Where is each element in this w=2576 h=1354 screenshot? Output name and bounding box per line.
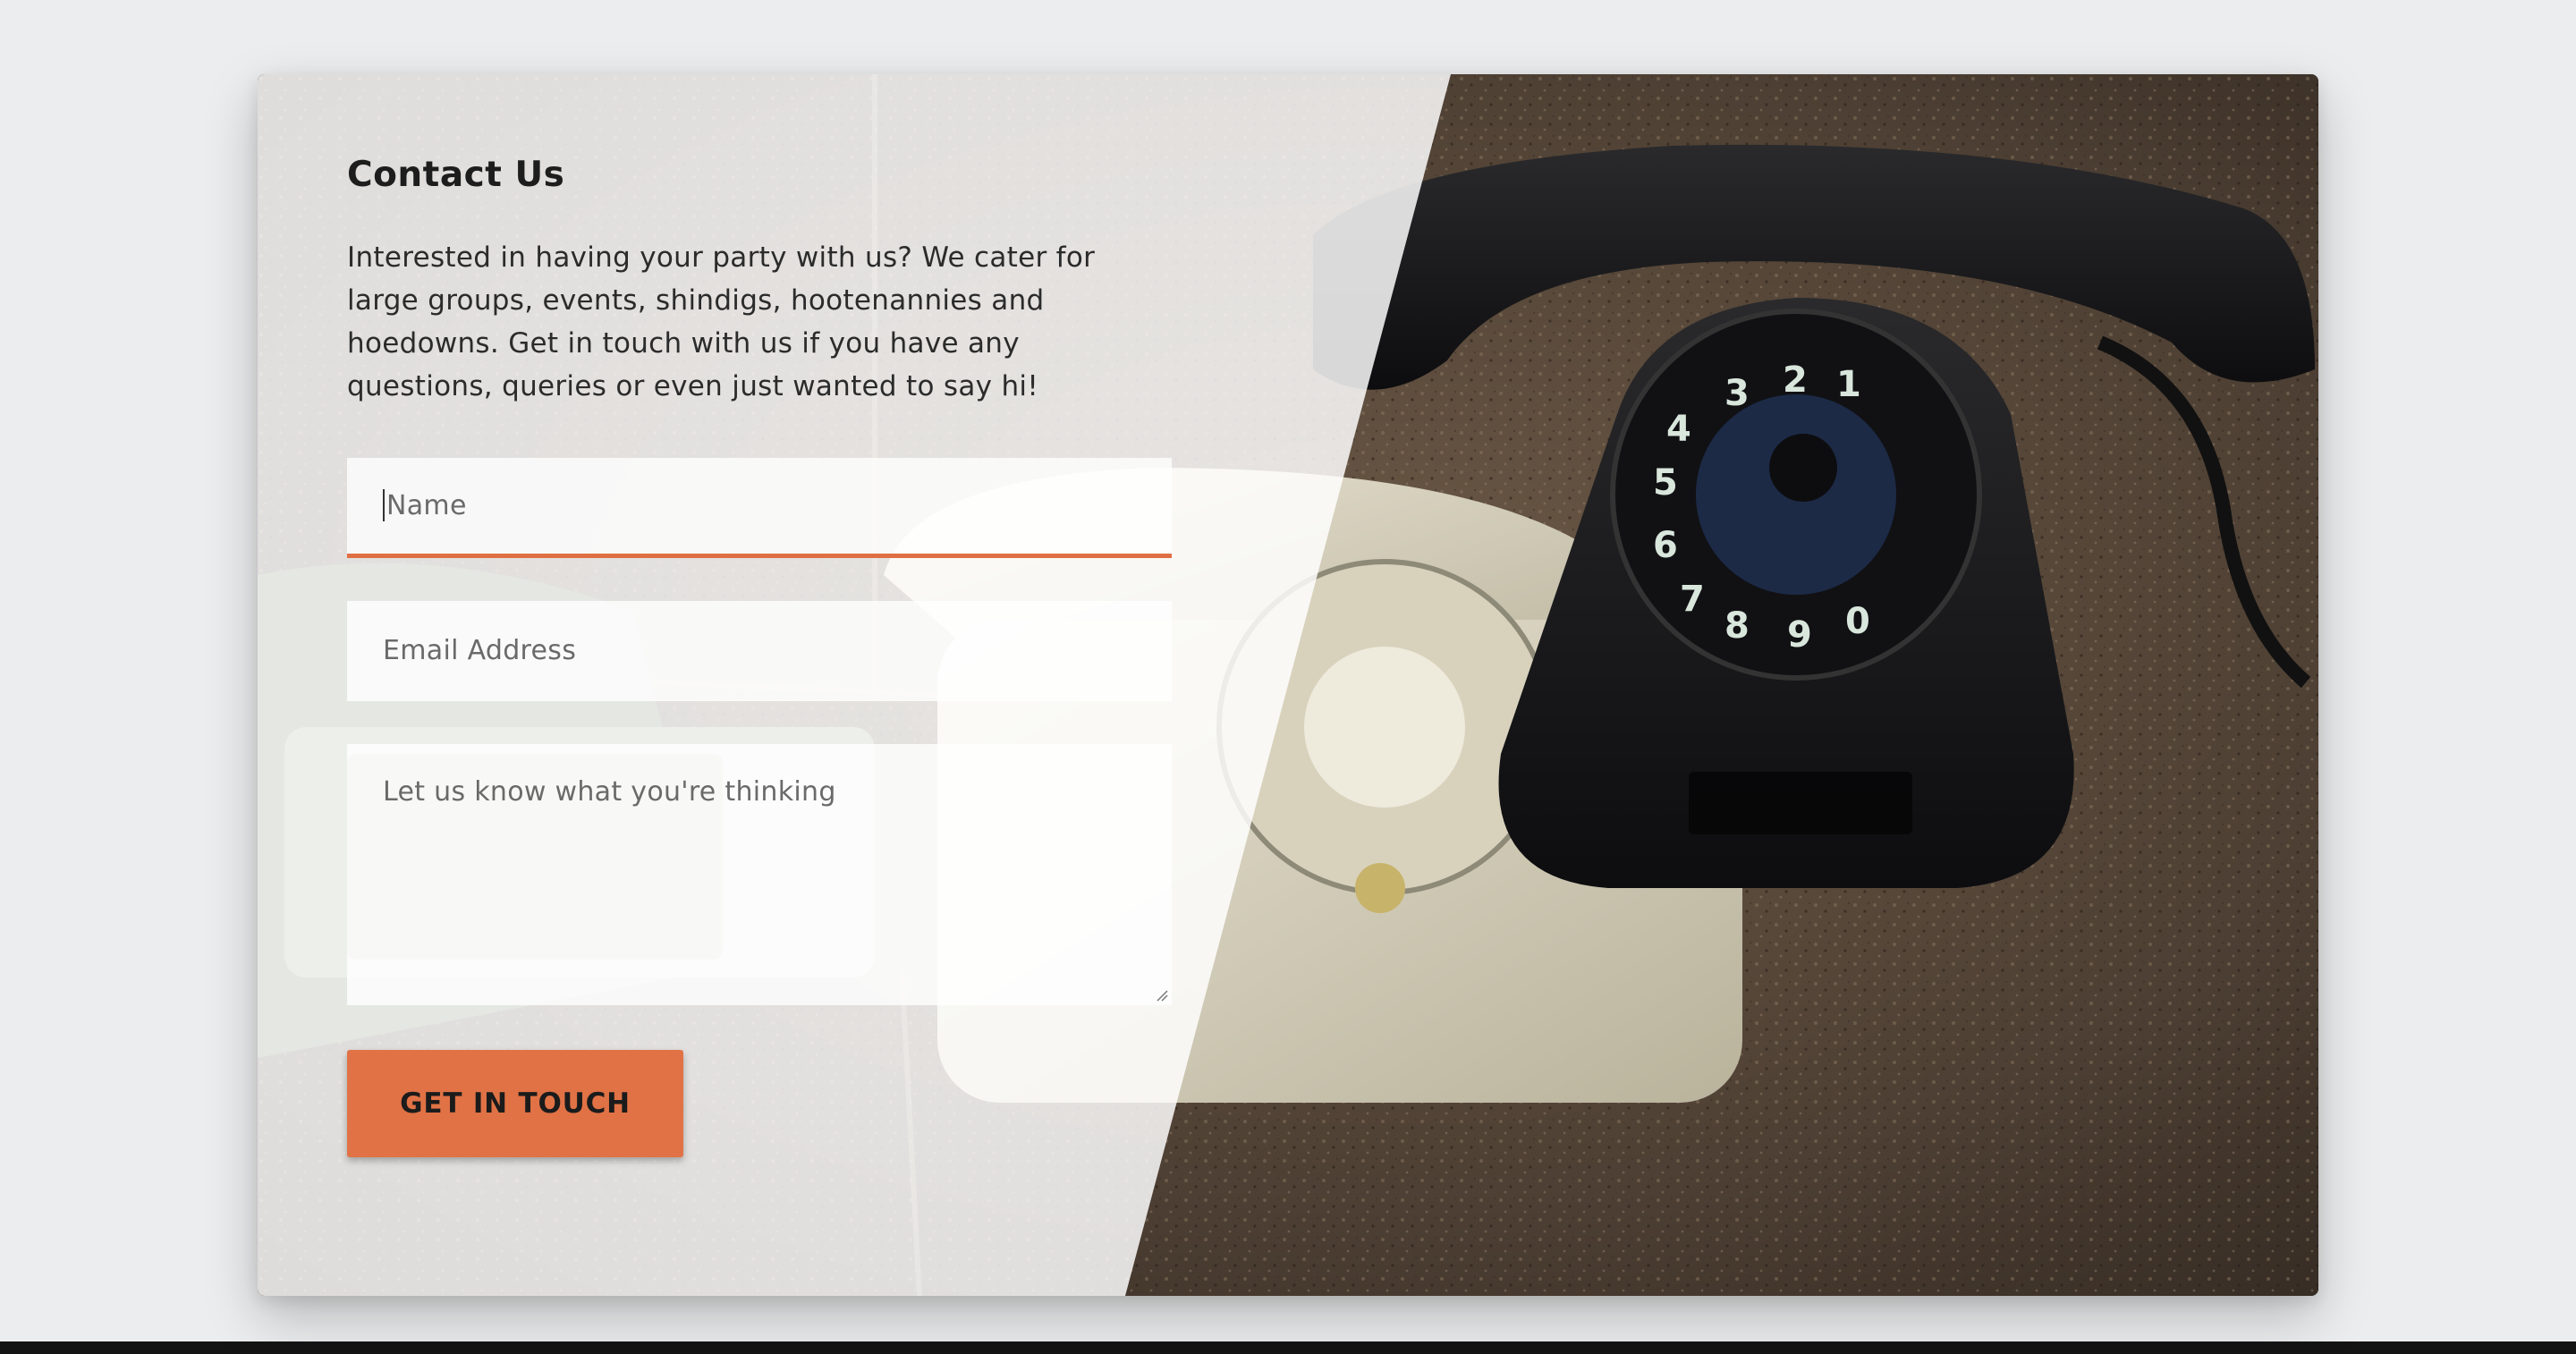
svg-text:7: 7 [1680,579,1705,620]
name-field[interactable]: Name [347,457,1172,558]
svg-text:6: 6 [1653,525,1678,566]
page-title: Contact Us [347,155,565,195]
get-in-touch-button[interactable]: GET IN TOUCH [347,1049,683,1157]
svg-text:1: 1 [1836,364,1861,405]
resize-grip-icon[interactable] [1156,989,1168,1002]
svg-text:3: 3 [1724,373,1750,414]
contact-form: Contact Us Interested in having your par… [347,155,1172,1157]
message-textarea[interactable]: Let us know what you're thinking [347,743,1172,1005]
intro-text: Interested in having your party with us?… [347,241,1096,402]
svg-text:9: 9 [1787,614,1812,656]
text-caret [383,489,385,522]
contact-card: 3 2 1 4 5 6 7 8 9 0 Contact Us Intereste… [258,74,2318,1296]
svg-text:8: 8 [1724,605,1750,647]
message-placeholder: Let us know what you're thinking [383,775,836,808]
email-placeholder: Email Address [383,635,577,667]
name-placeholder: Name [386,489,467,521]
email-field[interactable]: Email Address [347,600,1172,701]
window-bottom-strip [0,1341,2576,1354]
svg-text:2: 2 [1783,360,1808,401]
svg-text:0: 0 [1845,601,1870,642]
svg-text:5: 5 [1653,462,1678,504]
svg-text:4: 4 [1666,409,1691,450]
